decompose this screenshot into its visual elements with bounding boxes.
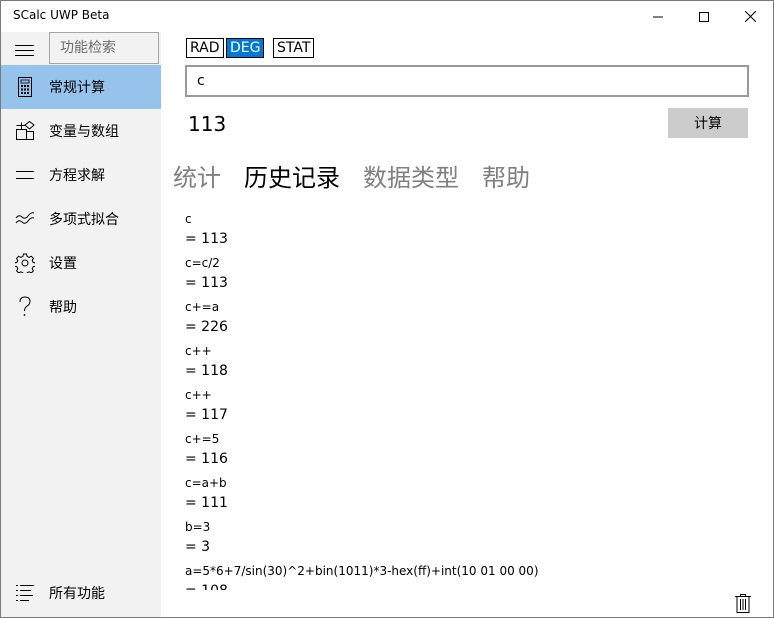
close-icon <box>744 11 756 22</box>
history-expression: c+=a <box>185 300 220 314</box>
expression-input[interactable] <box>185 65 749 97</box>
history-expression: c=c/2 <box>185 256 220 270</box>
mode-deg-button[interactable]: DEG <box>226 38 265 58</box>
wave-icon <box>1 197 49 241</box>
result-display: 113 <box>188 112 227 136</box>
sidebar: 常规计算 变量与数组 方程求解 <box>1 32 161 617</box>
maximize-button[interactable] <box>681 1 727 32</box>
app-window: SCalc UWP Beta 常规计算 <box>0 0 774 618</box>
trash-icon <box>735 594 751 613</box>
question-icon <box>1 285 49 329</box>
hamburger-menu-icon[interactable] <box>13 41 37 59</box>
sidebar-item-polynomial-fit[interactable]: 多项式拟合 <box>1 197 161 241</box>
main-panel: RAD DEG STAT 113 计算 统计 历史记录 数据类型 帮助 c = … <box>161 32 773 617</box>
sidebar-item-label: 变量与数组 <box>49 124 119 140</box>
tab-history[interactable]: 历史记录 <box>244 158 340 193</box>
history-result: = 3 <box>185 539 211 555</box>
sidebar-item-label: 常规计算 <box>49 80 105 96</box>
history-result: = 226 <box>185 319 228 335</box>
mode-rad-button[interactable]: RAD <box>186 38 224 58</box>
sidebar-item-label: 所有功能 <box>49 586 105 602</box>
sidebar-item-variables[interactable]: 变量与数组 <box>1 109 161 153</box>
sidebar-item-help[interactable]: 帮助 <box>1 285 161 329</box>
sidebar-item-label: 方程求解 <box>49 168 105 184</box>
history-expression: c <box>185 212 192 226</box>
history-expression: a=5*6+7/sin(30)^2+bin(1011)*3-hex(ff)+in… <box>185 564 539 578</box>
shapes-icon <box>1 109 49 153</box>
history-result: = 113 <box>185 275 228 291</box>
tab-statistics[interactable]: 统计 <box>173 158 221 193</box>
sidebar-item-general-calc[interactable]: 常规计算 <box>1 65 161 109</box>
feature-search-input[interactable] <box>49 32 159 64</box>
history-result: = 113 <box>185 231 228 247</box>
gear-icon <box>1 241 49 285</box>
sidebar-item-label: 设置 <box>49 256 77 272</box>
history-result: = 111 <box>185 495 228 511</box>
history-result: = 117 <box>185 407 228 423</box>
minimize-icon <box>653 16 663 17</box>
calculator-icon <box>1 65 49 109</box>
history-expression: c=a+b <box>185 476 227 490</box>
mode-stat-button[interactable]: STAT <box>273 38 315 58</box>
calculate-button[interactable]: 计算 <box>668 108 748 138</box>
title-bar[interactable]: SCalc UWP Beta <box>1 1 773 32</box>
history-expression: c++ <box>185 344 212 358</box>
clear-history-button[interactable] <box>731 590 755 616</box>
sidebar-item-all-features[interactable]: 所有功能 <box>1 571 161 615</box>
close-button[interactable] <box>727 1 773 32</box>
history-expression: c+=5 <box>185 432 220 446</box>
history-result: = 108 <box>185 581 755 590</box>
maximize-icon <box>699 11 709 22</box>
sidebar-item-label: 多项式拟合 <box>49 212 119 228</box>
equals-icon <box>1 153 49 197</box>
history-expression: c++ <box>185 388 212 402</box>
sidebar-item-label: 帮助 <box>49 300 77 316</box>
history-result: = 118 <box>185 363 228 379</box>
minimize-button[interactable] <box>635 1 681 32</box>
tab-bar: 统计 历史记录 数据类型 帮助 <box>173 158 553 193</box>
sidebar-item-equation-solve[interactable]: 方程求解 <box>1 153 161 197</box>
history-expression: b=3 <box>185 520 211 534</box>
tab-data-types[interactable]: 数据类型 <box>363 158 459 193</box>
window-title: SCalc UWP Beta <box>13 8 110 22</box>
history-list[interactable]: c = 113 c=c/2 = 113 c+=a = 226 c++ = 118… <box>185 210 755 590</box>
sidebar-item-settings[interactable]: 设置 <box>1 241 161 285</box>
history-result: = 116 <box>185 451 228 467</box>
tab-help[interactable]: 帮助 <box>482 158 530 193</box>
list-icon <box>1 571 49 615</box>
